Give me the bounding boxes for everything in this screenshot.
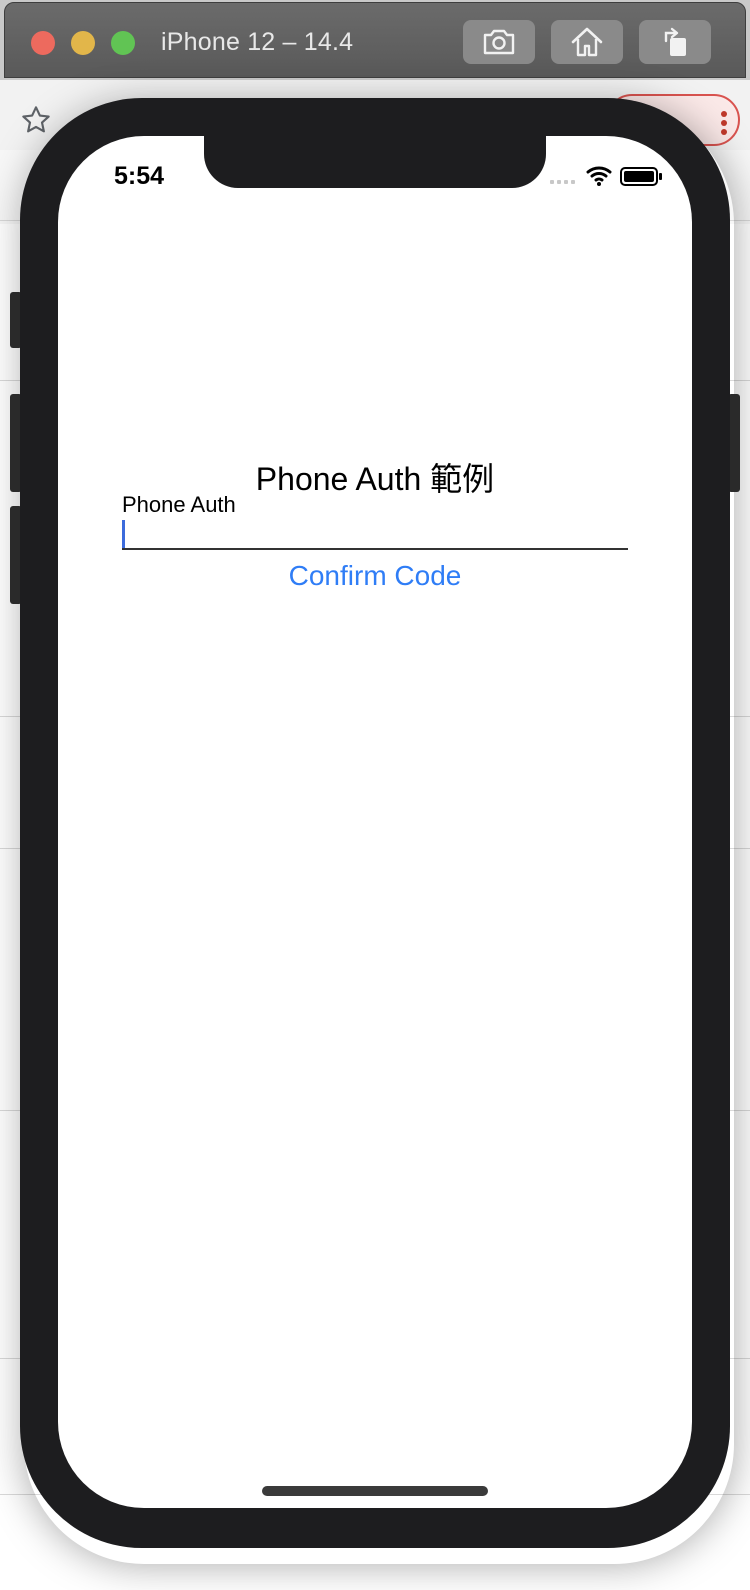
window-minimize-button[interactable] xyxy=(71,31,95,55)
status-time: 5:54 xyxy=(114,162,165,190)
notch xyxy=(204,136,546,188)
browser-menu-icon[interactable] xyxy=(720,110,728,136)
window-close-button[interactable] xyxy=(31,31,55,55)
simulator-titlebar: iPhone 12 – 14.4 xyxy=(4,2,746,78)
signal-icon xyxy=(550,180,575,184)
status-icons xyxy=(550,166,662,186)
phone-auth-label: Phone Auth xyxy=(122,492,236,517)
screenshot-button[interactable] xyxy=(463,20,535,64)
rotate-button[interactable] xyxy=(639,20,711,64)
home-indicator[interactable] xyxy=(262,1486,488,1496)
camera-icon xyxy=(483,29,515,55)
home-icon xyxy=(571,27,603,57)
simulator-title: iPhone 12 – 14.4 xyxy=(161,28,354,56)
battery-icon xyxy=(620,167,662,186)
rotate-icon xyxy=(664,27,686,56)
wifi-icon xyxy=(586,166,612,182)
iphone-screen: 5:54 Phone Auth 範例 Phone Auth Confirm Co… xyxy=(58,136,692,1508)
phone-auth-input[interactable] xyxy=(122,518,628,550)
home-button[interactable] xyxy=(551,20,623,64)
confirm-code-button[interactable]: Confirm Code xyxy=(58,560,692,592)
bookmark-star-icon[interactable] xyxy=(20,104,52,136)
window-maximize-button[interactable] xyxy=(111,31,135,55)
text-caret xyxy=(122,520,125,548)
